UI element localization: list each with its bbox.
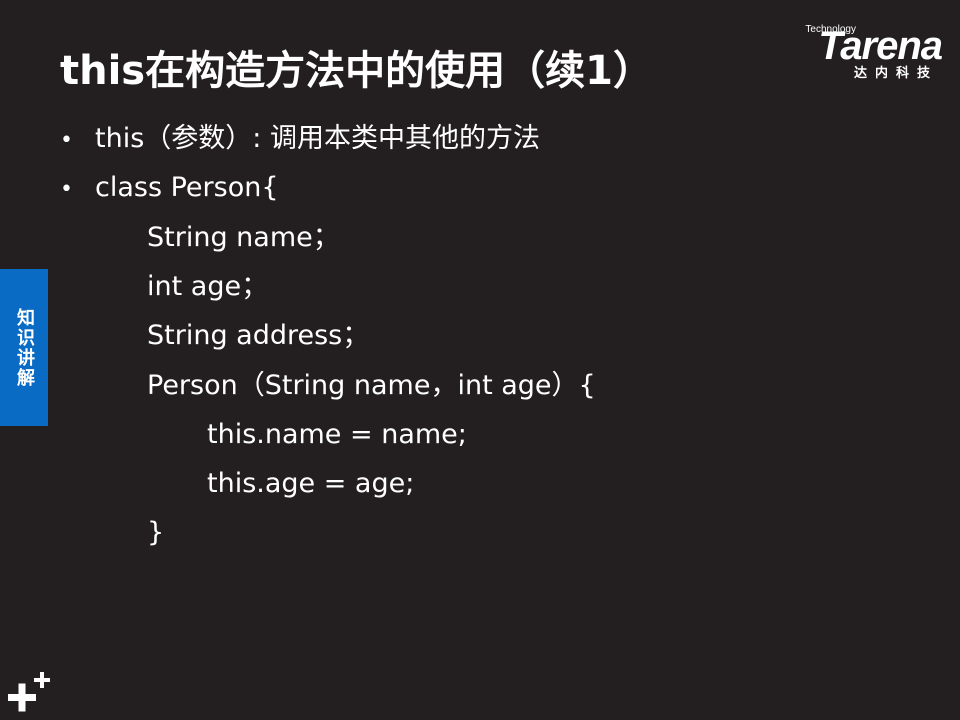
code-line: this.age = age; <box>207 468 415 499</box>
bullet-dot: • <box>60 128 73 153</box>
code-line: String name； <box>147 222 340 253</box>
bullet-item: this（参数）: 调用本类中其他的方法 <box>95 123 540 154</box>
code-line: this.name = name; <box>207 419 467 450</box>
bullet-item: class Person{ <box>95 172 279 203</box>
slide: this在构造方法中的使用（续1） Technology Tarena 达内科技… <box>0 0 960 720</box>
code-line: Person（String name，int age）{ <box>147 370 596 401</box>
plus-icon <box>8 672 50 712</box>
code-line: String address； <box>147 320 370 351</box>
code-line: } <box>147 517 165 548</box>
slide-content: • this（参数）: 调用本类中其他的方法 • class Person{ S… <box>0 0 960 720</box>
code-line: int age； <box>147 271 269 302</box>
bullet-dot: • <box>60 177 73 202</box>
